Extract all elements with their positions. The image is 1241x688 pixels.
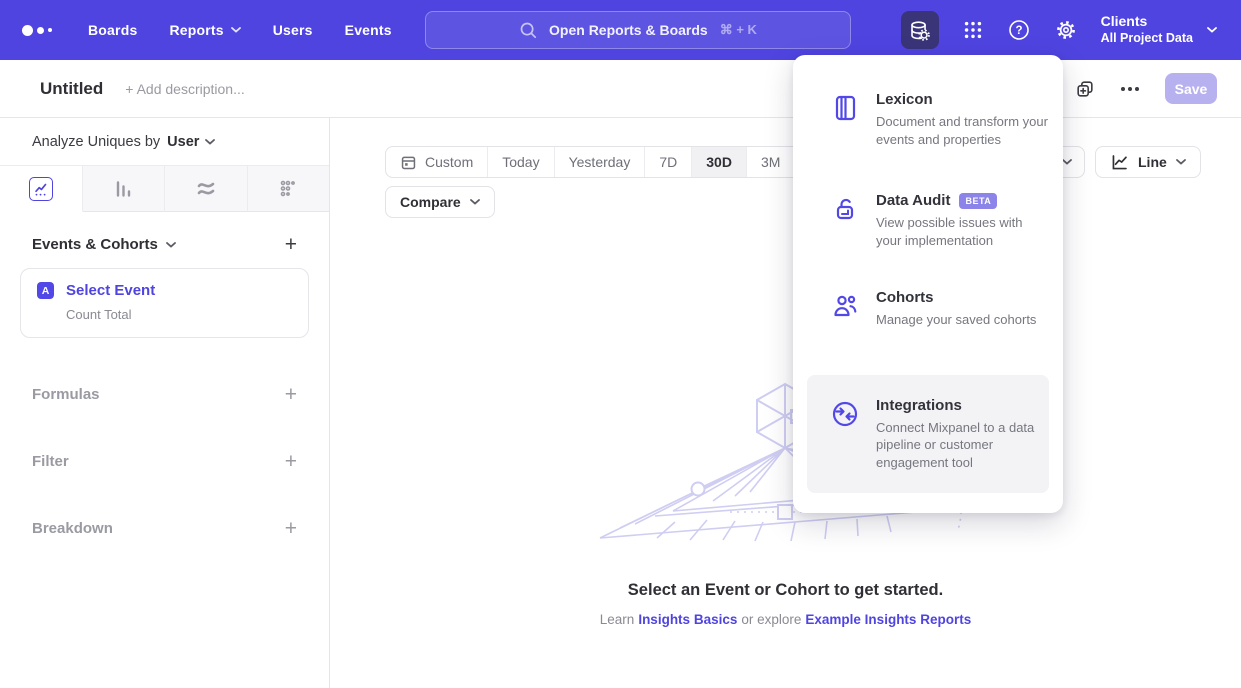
range-custom[interactable]: Custom [386,147,488,177]
insights-basics-link[interactable]: Insights Basics [638,612,737,627]
nav-right-cluster: ? Clients All Project Data [901,0,1241,60]
integrations-icon [830,399,860,429]
analyze-row: Analyze Uniques by User [0,118,329,166]
lexicon-book-icon [830,93,860,123]
mixpanel-logo-icon[interactable] [22,25,52,36]
tab-bar-chart[interactable] [83,166,166,212]
database-gear-icon [908,19,931,42]
org-name: Clients [1101,13,1193,31]
event-card[interactable]: A Select Event Count Total [20,268,309,338]
global-search-input[interactable]: Open Reports & Boards ⌘ + K [425,11,851,49]
range-yesterday[interactable]: Yesterday [555,147,646,177]
save-button[interactable]: Save [1165,73,1217,104]
nav-item-boards[interactable]: Boards [88,22,137,38]
query-builder-sidebar: Analyze Uniques by User [0,118,330,688]
line-chart-icon [1110,153,1129,172]
add-filter-button[interactable]: + [285,451,297,472]
add-description-field[interactable]: + Add description... [125,81,244,97]
range-7d[interactable]: 7D [645,147,692,177]
chart-type-tabs [0,166,329,212]
breakdown-label: Breakdown [32,520,113,537]
formulas-section: Formulas + [20,384,309,405]
range-3m[interactable]: 3M [747,147,795,177]
calendar-icon [400,154,417,171]
menu-item-data-audit[interactable]: Data Audit BETA View possible issues wit… [807,184,1049,259]
flow-chart-icon [195,178,217,200]
compare-button[interactable]: Compare [385,186,495,218]
chevron-down-icon [166,242,176,248]
breakdown-section: Breakdown + [20,518,309,539]
gear-icon [1054,18,1078,42]
data-management-button[interactable] [901,11,939,49]
tab-line-chart[interactable] [0,166,83,212]
menu-item-lexicon[interactable]: Lexicon Document and transform your even… [807,83,1049,158]
menu-item-integrations[interactable]: Integrations Connect Mixpanel to a data … [807,375,1049,494]
add-formula-button[interactable]: + [285,384,297,405]
tab-flow-chart[interactable] [165,166,248,212]
beta-badge: BETA [959,193,997,209]
report-header-actions: Save [1075,73,1241,104]
events-cohorts-header: Events & Cohorts + [20,234,309,255]
example-insights-reports-link[interactable]: Example Insights Reports [805,612,971,627]
event-aggregation-label[interactable]: Count Total [66,307,292,322]
search-shortcut: ⌘ + K [720,22,757,38]
chevron-down-icon [1062,159,1072,165]
range-30d-selected[interactable]: 30D [692,147,747,177]
select-event-button[interactable]: Select Event [66,282,155,299]
nav-item-events[interactable]: Events [345,22,392,38]
bar-chart-icon [113,179,133,199]
data-management-menu: Lexicon Document and transform your even… [793,55,1063,513]
chevron-down-icon [1207,27,1217,33]
scatter-chart-icon [278,179,298,199]
chevron-down-icon [231,27,241,33]
nav-item-users[interactable]: Users [273,22,313,38]
data-audit-icon [830,194,860,224]
cohorts-people-icon [830,291,860,321]
grid-9-dots-icon [962,19,984,41]
top-navigation: Boards Reports Users Events Open Reports… [0,0,1241,60]
analyze-label: Analyze Uniques by [32,134,160,150]
report-canvas: Custom Today Yesterday 7D 30D 3M 6M Comp… [330,118,1241,688]
help-button[interactable]: ? [1007,18,1031,42]
primary-nav: Boards Reports Users Events [88,22,392,38]
apps-grid-button[interactable] [962,19,984,41]
chevron-down-icon [470,199,480,205]
project-name: All Project Data [1101,31,1193,47]
event-series-badge: A [37,282,54,299]
filter-section: Filter + [20,451,309,472]
empty-state-subtitle: LearnInsights Basicsor exploreExample In… [330,612,1241,627]
tab-scatter-chart[interactable] [248,166,330,212]
line-chart-icon [29,177,53,201]
events-cohorts-toggle[interactable]: Events & Cohorts [32,236,176,253]
search-icon [519,21,537,39]
filter-label: Filter [32,453,69,470]
chevron-down-icon [205,139,215,145]
menu-item-cohorts[interactable]: Cohorts Manage your saved cohorts [807,281,1049,339]
add-breakdown-button[interactable]: + [285,518,297,539]
more-options-button[interactable] [1121,87,1139,91]
nav-item-reports[interactable]: Reports [169,22,240,38]
chart-type-dropdown[interactable]: Line [1095,146,1201,178]
formulas-label: Formulas [32,386,100,403]
add-event-button[interactable]: + [285,234,297,255]
settings-button[interactable] [1054,18,1078,42]
search-placeholder: Open Reports & Boards [549,22,708,38]
sidebar-body: Events & Cohorts + A Select Event Count … [0,234,329,539]
report-title[interactable]: Untitled [40,79,103,99]
copy-plus-icon [1075,79,1095,99]
chevron-down-icon [1176,159,1186,165]
range-today[interactable]: Today [488,147,554,177]
analyze-entity-dropdown[interactable]: User [167,134,215,150]
duplicate-button[interactable] [1075,79,1095,99]
svg-text:?: ? [1015,25,1022,37]
empty-state-title: Select an Event or Cohort to get started… [330,581,1241,600]
project-selector[interactable]: Clients All Project Data [1101,13,1217,46]
question-circle-icon: ? [1007,18,1031,42]
